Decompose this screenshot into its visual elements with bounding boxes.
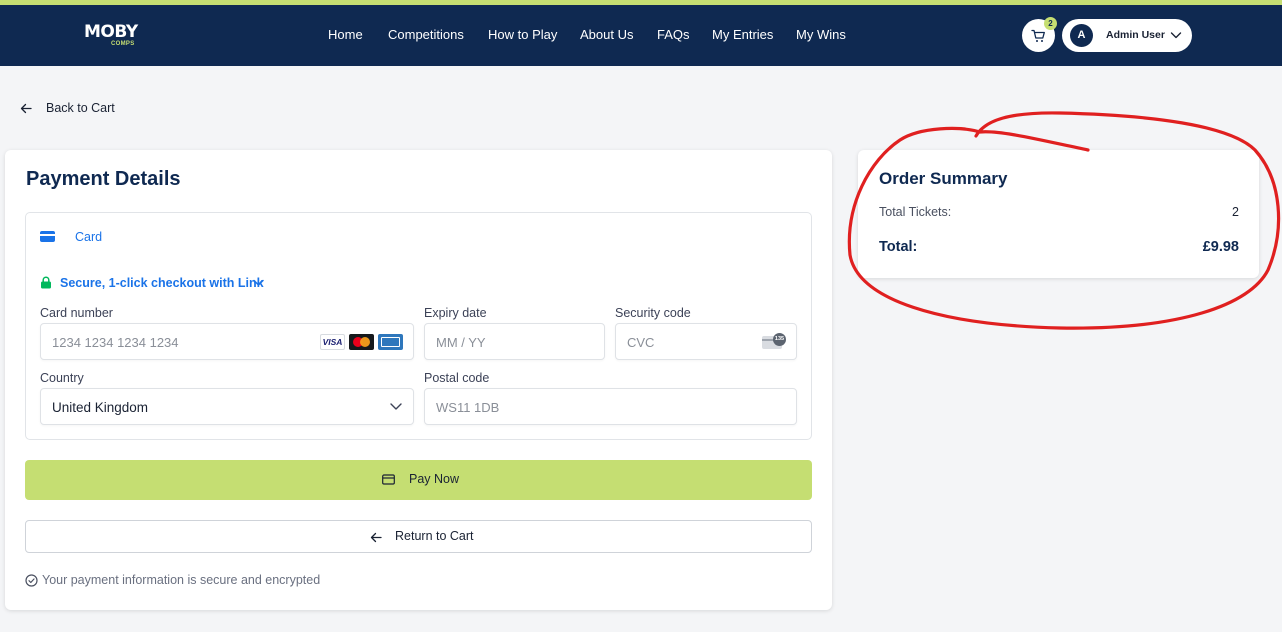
nav-link-competitions[interactable]: Competitions [388,27,464,42]
secure-payment-text: Your payment information is secure and e… [42,573,321,587]
link-checkout-label: Secure, 1-click checkout with Link [60,276,264,290]
postal-code-label: Postal code [424,371,490,385]
total-tickets-label: Total Tickets: [879,205,952,219]
arrow-left-icon [370,532,382,543]
site-logo[interactable]: MOBY COMPS [84,22,144,50]
expiry-date-input[interactable]: MM / YY [424,323,605,360]
security-code-placeholder: CVC [627,335,655,350]
amex-icon [378,334,403,350]
chevron-down-icon [1170,32,1182,39]
card-number-placeholder: 1234 1234 1234 1234 [52,335,179,350]
pay-now-label: Pay Now [409,472,460,486]
payment-details-card: Payment Details Card Secure, 1-click che… [5,150,832,610]
credit-card-icon [382,474,395,485]
country-value: United Kingdom [52,400,149,415]
credit-card-icon [40,231,55,242]
total-tickets-value: 2 [1232,205,1239,219]
nav-link-my-entries[interactable]: My Entries [712,27,773,42]
postal-code-input[interactable]: WS11 1DB [424,388,797,425]
postal-code-placeholder: WS11 1DB [436,400,500,415]
return-to-cart-button[interactable]: Return to Cart [25,520,812,553]
page-title: Payment Details [26,168,181,190]
country-select[interactable]: United Kingdom [40,388,414,425]
visa-icon: VISA [320,334,345,350]
check-circle-icon [25,574,38,587]
cart-icon [1031,29,1045,42]
navbar: MOBY COMPS Home Competitions How to Play… [0,5,1282,66]
total-label: Total: [879,239,918,255]
expiry-date-placeholder: MM / YY [436,335,486,350]
avatar: A [1070,24,1093,47]
order-summary-card: Order Summary Total Tickets: 2 Total: £9… [858,150,1259,278]
cvc-icon-text: 135 [773,333,786,346]
logo-sub-text: COMPS [111,41,135,47]
total-value: £9.98 [1202,239,1239,255]
logo-main-text: MOBY [84,22,138,42]
lock-icon [41,276,51,289]
payment-element: Card Secure, 1-click checkout with Link … [25,212,812,440]
security-code-input[interactable]: CVC 135 [615,323,797,360]
expiry-date-label: Expiry date [424,306,487,320]
pay-now-button[interactable]: Pay Now [25,460,812,500]
nav-link-about-us[interactable]: About Us [580,27,633,42]
user-menu-button[interactable]: A Admin User [1062,19,1192,52]
user-name: Admin User [1106,29,1165,41]
order-summary-title: Order Summary [879,169,1008,188]
nav-link-faqs[interactable]: FAQs [657,27,690,42]
cart-count-badge: 2 [1044,17,1057,30]
tab-card-label: Card [75,230,103,244]
back-to-cart-label: Back to Cart [46,101,115,115]
chevron-down-icon [390,403,402,410]
chevron-down-icon [253,279,264,286]
nav-link-home[interactable]: Home [328,27,363,42]
nav-link-how-to-play[interactable]: How to Play [488,27,557,42]
country-label: Country [40,371,84,385]
card-number-input[interactable]: 1234 1234 1234 1234 VISA [40,323,414,360]
mastercard-icon [349,334,374,350]
arrow-left-icon [20,103,32,114]
cvc-card-icon: 135 [762,333,786,350]
security-code-label: Security code [615,306,691,320]
card-number-label: Card number [40,306,113,320]
return-to-cart-label: Return to Cart [395,529,474,543]
nav-link-my-wins[interactable]: My Wins [796,27,846,42]
